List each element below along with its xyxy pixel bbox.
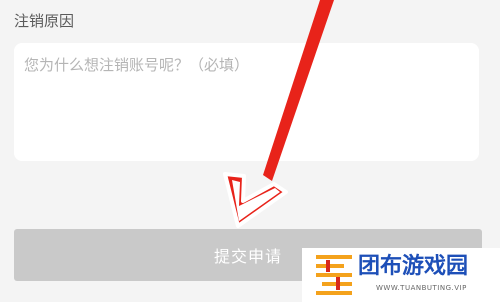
arrow-head-inner bbox=[232, 180, 280, 221]
watermark-url-text: WWW.TUANBUTING.VIP bbox=[376, 284, 467, 292]
reason-section-label: 注销原因 bbox=[14, 12, 75, 30]
reason-textarea[interactable] bbox=[14, 43, 479, 161]
watermark-badge: 团布游戏园 WWW.TUANBUTING.VIP bbox=[302, 248, 500, 302]
arrow-head bbox=[223, 172, 288, 228]
watermark-brand-text: 团布游戏园 bbox=[358, 254, 469, 279]
striped-square-logo-icon bbox=[316, 255, 352, 295]
